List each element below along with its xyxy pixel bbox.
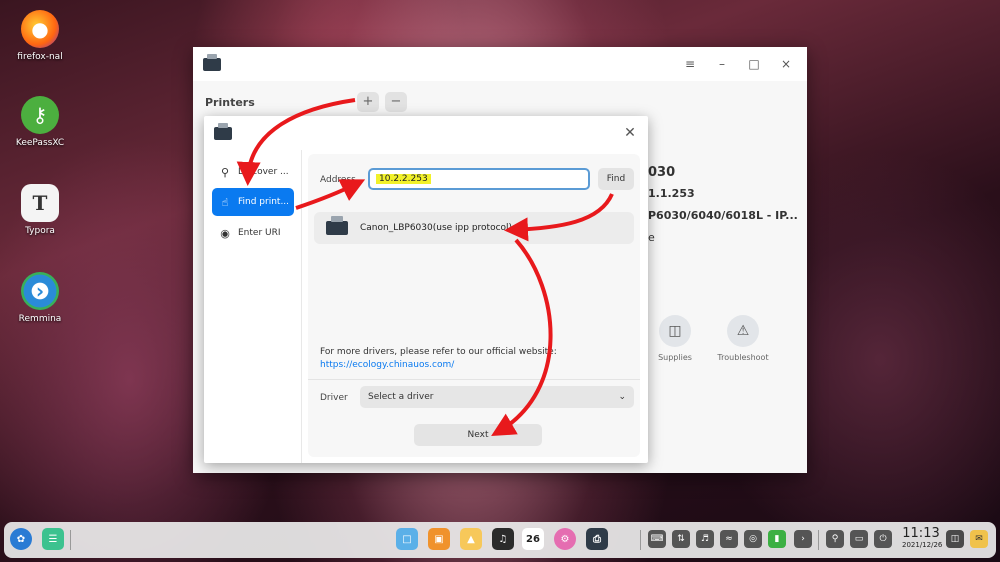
app-store-icon[interactable]: ▣: [428, 528, 450, 550]
dialog-content: Address 10.2.2.253 Find Canon_LBP6030(us…: [308, 154, 640, 457]
printer-result-item[interactable]: Canon_LBP6030(use ipp protocol): [314, 212, 634, 244]
clock-time: 11:13: [902, 526, 940, 541]
desktop-icon-firefox[interactable]: ● firefox-nal: [12, 10, 68, 62]
location-pin-icon: ◉: [220, 226, 230, 240]
printer-name-partial: 030: [648, 165, 676, 180]
desktop-icon-label: Typora: [25, 226, 55, 236]
music-icon[interactable]: ♫: [492, 528, 514, 550]
multitask-view-icon[interactable]: ☰: [42, 528, 64, 550]
minimize-icon[interactable]: –: [715, 57, 729, 71]
taskbar: ✿ ☰ □ ▣ ▲ ♫ 26 ⚙ ⎙ ⌨ ⇅ ♬ ≈ ◎ ▮ › ⚲ ▭ ⏻ 1…: [4, 522, 996, 558]
taskbar-divider: [818, 530, 819, 550]
find-button[interactable]: Find: [598, 168, 634, 190]
desktop-icon-label: firefox-nal: [17, 52, 63, 62]
volume-icon[interactable]: ♬: [696, 530, 714, 548]
hand-pointer-icon: ☝: [221, 195, 229, 209]
warning-icon: ⚠: [727, 315, 759, 347]
dialog-close-icon[interactable]: ✕: [622, 125, 638, 141]
keyboard-icon[interactable]: ⌨: [648, 530, 666, 548]
printer-status-partial: e: [648, 231, 655, 244]
supplies-button[interactable]: ◫ Supplies: [645, 315, 705, 362]
chevron-down-icon: ⌄: [618, 392, 626, 402]
nav-enter-uri[interactable]: ◉ Enter URI: [212, 219, 294, 247]
supplies-label: Supplies: [658, 353, 692, 362]
printer-model-partial: P6030/6040/6018L - IP...: [648, 209, 798, 222]
search-icon[interactable]: ⚲: [826, 530, 844, 548]
next-button[interactable]: Next: [414, 424, 542, 446]
clock[interactable]: 11:13 2021/12/26: [902, 526, 943, 550]
chevron-right-icon[interactable]: ›: [794, 530, 812, 548]
printer-app-icon: [214, 122, 232, 140]
driver-select-value: Select a driver: [368, 392, 434, 402]
printers-heading: Printers: [205, 96, 255, 109]
clock-date: 2021/12/26: [902, 541, 943, 549]
add-printer-button[interactable]: +: [357, 92, 379, 112]
image-viewer-icon[interactable]: ▲: [460, 528, 482, 550]
trash-icon: ◫: [659, 315, 691, 347]
discover-icon: ⚲: [220, 165, 230, 179]
dialog-nav: ⚲ Discover ... ☝ Find print... ◉ Enter U…: [204, 150, 302, 463]
notification-icon[interactable]: ✉: [970, 530, 988, 548]
screen-icon[interactable]: ▭: [850, 530, 868, 548]
nav-label: Find print...: [238, 197, 290, 207]
address-input[interactable]: 10.2.2.253: [368, 168, 590, 190]
driver-select[interactable]: Select a driver ⌄: [360, 386, 634, 408]
troubleshoot-button[interactable]: ⚠ Troubleshoot: [713, 315, 773, 362]
nav-label: Enter URI: [238, 228, 281, 238]
trash-bin-icon[interactable]: ◫: [946, 530, 964, 548]
drivers-website-link[interactable]: https://ecology.chinauos.com/: [320, 360, 454, 370]
keepassxc-icon: ⚷: [21, 96, 59, 134]
printer-result-label: Canon_LBP6030(use ipp protocol): [360, 223, 513, 233]
usb-icon[interactable]: ⇅: [672, 530, 690, 548]
menu-icon[interactable]: ≡: [683, 57, 697, 71]
vpn-icon[interactable]: ◎: [744, 530, 762, 548]
desktop-icon-keepassxc[interactable]: ⚷ KeePassXC: [12, 96, 68, 148]
printer-location-partial: 1.1.253: [648, 187, 695, 200]
more-drivers-text: For more drivers, please refer to our of…: [320, 347, 557, 357]
address-label: Address: [320, 175, 356, 185]
calendar-icon[interactable]: 26: [522, 528, 544, 550]
close-icon[interactable]: ×: [779, 57, 793, 71]
firefox-icon: ●: [21, 10, 59, 48]
troubleshoot-label: Troubleshoot: [717, 353, 769, 362]
driver-label: Driver: [320, 393, 348, 403]
taskbar-divider: [70, 530, 71, 550]
desktop-icon-remmina[interactable]: › Remmina: [12, 272, 68, 324]
wifi-icon[interactable]: ≈: [720, 530, 738, 548]
driver-row: Driver Select a driver ⌄: [308, 379, 640, 416]
add-printer-dialog: ✕ ⚲ Discover ... ☝ Find print... ◉ Enter…: [204, 116, 648, 463]
printer-app-icon: [203, 53, 221, 71]
more-drivers-note: For more drivers, please refer to our of…: [320, 346, 590, 372]
power-icon[interactable]: ⏻: [874, 530, 892, 548]
launcher-icon[interactable]: ✿: [10, 528, 32, 550]
nav-discover[interactable]: ⚲ Discover ...: [212, 158, 294, 186]
main-titlebar: ≡ – □ ×: [193, 47, 807, 81]
nav-find-printer[interactable]: ☝ Find print...: [212, 188, 294, 216]
dialog-titlebar: ✕: [204, 116, 648, 150]
battery-icon[interactable]: ▮: [768, 530, 786, 548]
typora-icon: T: [21, 184, 59, 222]
desktop-icon-label: KeePassXC: [15, 138, 65, 148]
maximize-icon[interactable]: □: [747, 57, 761, 71]
file-manager-icon[interactable]: □: [396, 528, 418, 550]
taskbar-divider: [640, 530, 641, 550]
remmina-icon: ›: [21, 272, 59, 310]
print-manager-taskbar-icon[interactable]: ⎙: [586, 528, 608, 550]
settings-gear-icon[interactable]: ⚙: [554, 528, 576, 550]
printer-icon: [326, 216, 348, 235]
nav-label: Discover ...: [238, 167, 289, 177]
desktop-icon-label: Remmina: [18, 314, 62, 324]
remove-printer-button[interactable]: −: [385, 92, 407, 112]
address-value: 10.2.2.253: [376, 174, 431, 184]
desktop-icon-typora[interactable]: T Typora: [12, 184, 68, 236]
